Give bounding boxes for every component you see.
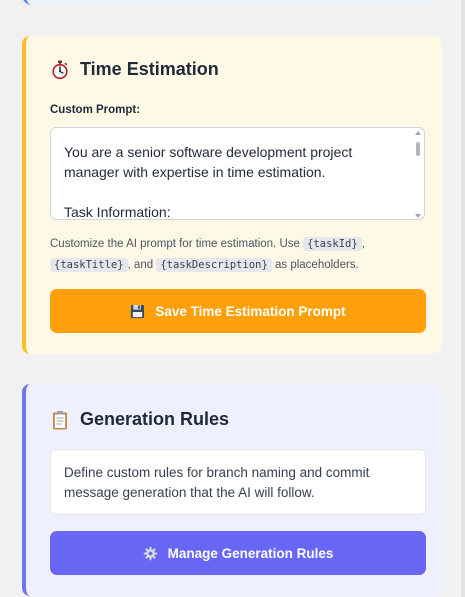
- help-text-sep1: ,: [361, 238, 365, 250]
- custom-prompt-value[interactable]: You are a senior software development pr…: [64, 142, 404, 219]
- time-estimation-title: Time Estimation: [80, 59, 219, 79]
- generation-rules-title: Generation Rules: [80, 409, 230, 429]
- custom-prompt-textarea[interactable]: You are a senior software development pr…: [50, 127, 425, 220]
- custom-prompt-label: Custom Prompt:: [50, 104, 141, 116]
- help-text-suffix: as placeholders.: [271, 259, 359, 271]
- textarea-scrollbar[interactable]: [414, 130, 422, 219]
- previous-card-edge: [22, 0, 441, 5]
- manage-rules-button-label: Manage Generation Rules: [167, 545, 334, 561]
- clipboard-icon: [53, 410, 67, 429]
- prompt-help-text: Customize the AI prompt for time estimat…: [50, 234, 430, 276]
- floppy-disk-icon: [131, 304, 145, 318]
- gear-icon: [143, 546, 157, 560]
- manage-generation-rules-button[interactable]: Manage Generation Rules: [50, 531, 426, 575]
- scroll-thumb[interactable]: [416, 142, 420, 156]
- help-text-prefix: Customize the AI prompt for time estimat…: [50, 238, 304, 250]
- save-time-estimation-button[interactable]: Save Time Estimation Prompt: [50, 289, 426, 333]
- placeholder-task-id: {taskId}: [303, 237, 362, 251]
- page-scrollbar-edge: [461, 0, 465, 597]
- generation-rules-heading: Generation Rules: [50, 409, 229, 430]
- scroll-down-arrow-icon[interactable]: [415, 214, 421, 218]
- scroll-up-arrow-icon[interactable]: [415, 131, 421, 135]
- save-button-label: Save Time Estimation Prompt: [155, 303, 346, 319]
- time-estimation-heading: Time Estimation: [50, 59, 219, 80]
- generation-rules-description: Define custom rules for branch naming an…: [50, 449, 426, 515]
- placeholder-task-title: {taskTitle}: [50, 258, 128, 272]
- stopwatch-icon: [52, 60, 68, 79]
- time-estimation-card: Time Estimation Custom Prompt: You are a…: [22, 36, 442, 354]
- help-text-sep2: , and: [127, 259, 157, 271]
- placeholder-task-description: {taskDescription}: [156, 258, 272, 272]
- generation-rules-card: Generation Rules Define custom rules for…: [22, 384, 442, 596]
